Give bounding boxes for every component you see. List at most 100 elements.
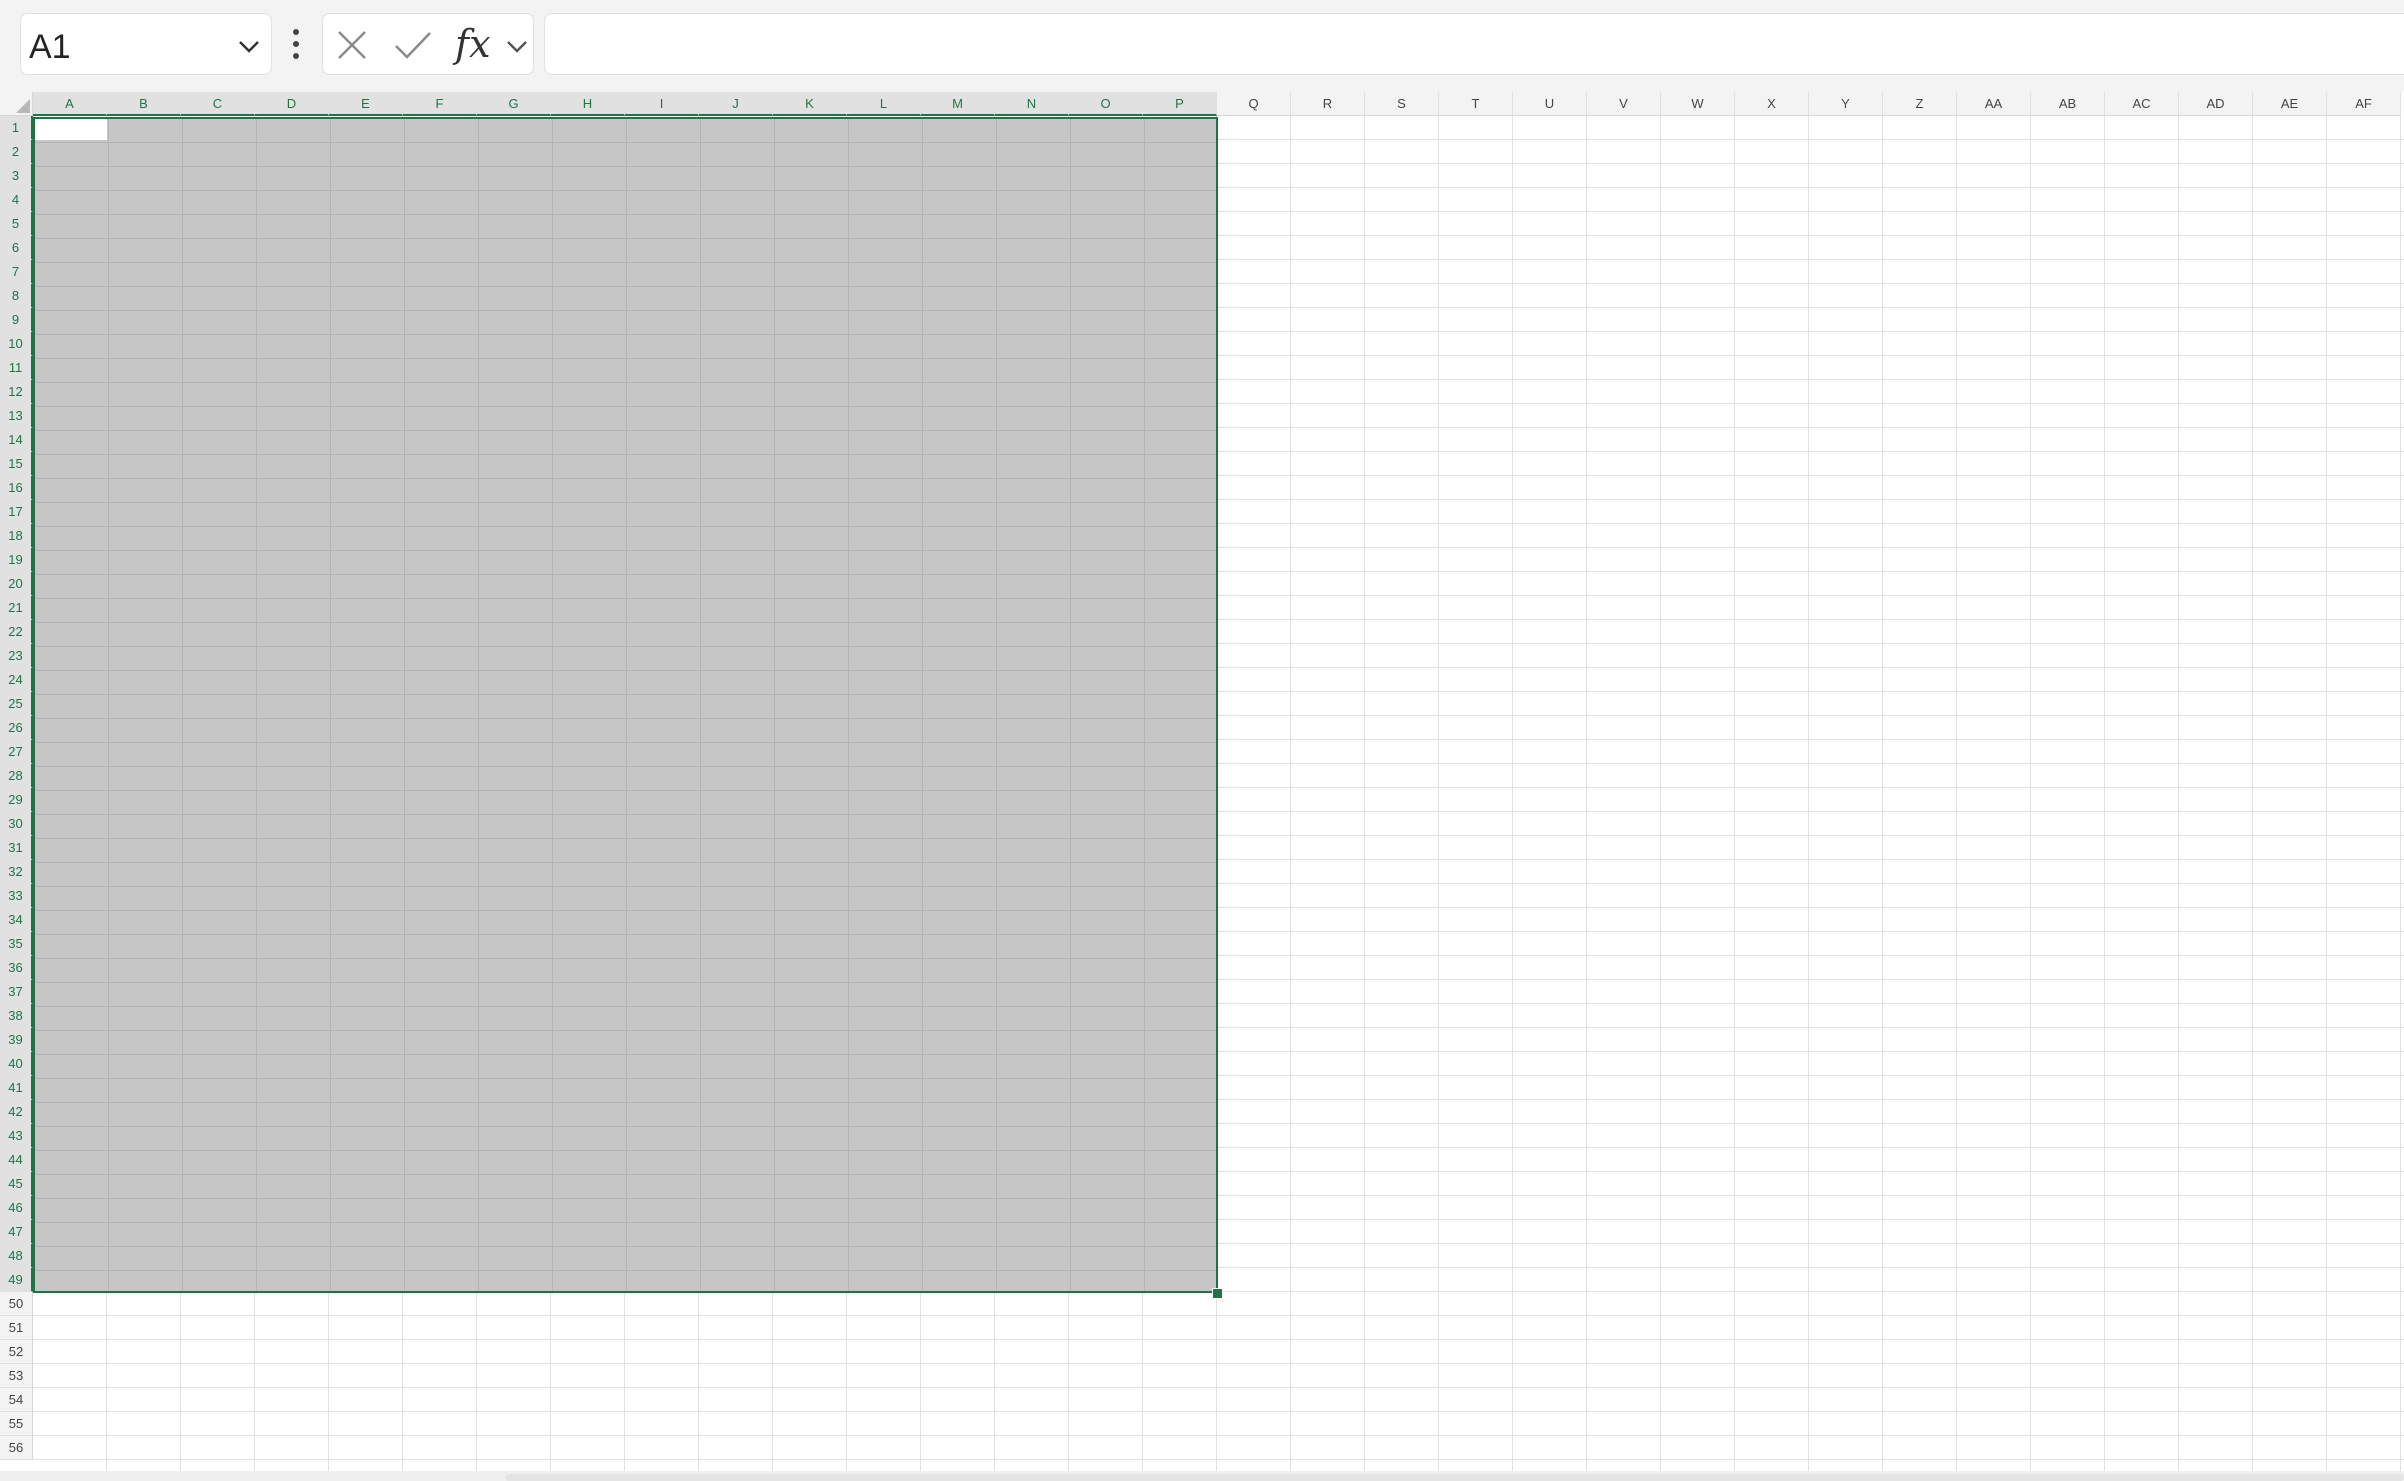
- check-icon[interactable]: [393, 28, 433, 62]
- column-header[interactable]: AA: [1957, 92, 2031, 116]
- column-header[interactable]: AF: [2327, 92, 2401, 116]
- column-header[interactable]: H: [551, 92, 625, 116]
- row-header[interactable]: 43: [0, 1124, 33, 1148]
- row-header[interactable]: 5: [0, 212, 33, 236]
- row-header[interactable]: 56: [0, 1436, 33, 1460]
- column-header[interactable]: I: [625, 92, 699, 116]
- row-header[interactable]: 36: [0, 956, 33, 980]
- row-header[interactable]: 34: [0, 908, 33, 932]
- column-header[interactable]: AD: [2179, 92, 2253, 116]
- row-header[interactable]: 52: [0, 1340, 33, 1364]
- column-header[interactable]: T: [1439, 92, 1513, 116]
- row-header[interactable]: 11: [0, 356, 33, 380]
- chevron-down-icon[interactable]: [503, 32, 531, 60]
- row-header[interactable]: 51: [0, 1316, 33, 1340]
- column-header[interactable]: N: [995, 92, 1069, 116]
- row-header[interactable]: 40: [0, 1052, 33, 1076]
- column-header[interactable]: Q: [1217, 92, 1291, 116]
- column-header[interactable]: F: [403, 92, 477, 116]
- row-header[interactable]: 2: [0, 140, 33, 164]
- column-header[interactable]: P: [1143, 92, 1217, 116]
- row-header[interactable]: 10: [0, 332, 33, 356]
- row-header[interactable]: 46: [0, 1196, 33, 1220]
- row-header[interactable]: 8: [0, 284, 33, 308]
- column-header[interactable]: AE: [2253, 92, 2327, 116]
- row-header[interactable]: 50: [0, 1292, 33, 1316]
- row-header[interactable]: 21: [0, 596, 33, 620]
- column-header[interactable]: B: [107, 92, 181, 116]
- row-header[interactable]: 41: [0, 1076, 33, 1100]
- column-header[interactable]: M: [921, 92, 995, 116]
- row-header[interactable]: 45: [0, 1172, 33, 1196]
- name-box[interactable]: A1: [20, 13, 272, 75]
- row-header[interactable]: 27: [0, 740, 33, 764]
- more-options-icon[interactable]: [284, 24, 308, 64]
- row-header[interactable]: 4: [0, 188, 33, 212]
- row-header[interactable]: 3: [0, 164, 33, 188]
- row-header[interactable]: 44: [0, 1148, 33, 1172]
- column-header[interactable]: U: [1513, 92, 1587, 116]
- row-header[interactable]: 28: [0, 764, 33, 788]
- row-header[interactable]: 30: [0, 812, 33, 836]
- row-header[interactable]: 33: [0, 884, 33, 908]
- row-header[interactable]: 39: [0, 1028, 33, 1052]
- row-header[interactable]: 17: [0, 500, 33, 524]
- row-header[interactable]: 29: [0, 788, 33, 812]
- column-header[interactable]: J: [699, 92, 773, 116]
- row-header[interactable]: 54: [0, 1388, 33, 1412]
- row-header[interactable]: 25: [0, 692, 33, 716]
- horizontal-scrollbar[interactable]: [0, 1471, 2404, 1481]
- row-header[interactable]: 47: [0, 1220, 33, 1244]
- column-header[interactable]: V: [1587, 92, 1661, 116]
- row-header[interactable]: 13: [0, 404, 33, 428]
- column-header[interactable]: E: [329, 92, 403, 116]
- row-header[interactable]: 9: [0, 308, 33, 332]
- row-header[interactable]: 48: [0, 1244, 33, 1268]
- formula-input[interactable]: [544, 13, 2404, 75]
- column-header[interactable]: A: [33, 92, 107, 116]
- row-header[interactable]: 7: [0, 260, 33, 284]
- fill-handle[interactable]: [1212, 1288, 1223, 1299]
- chevron-down-icon[interactable]: [235, 32, 263, 60]
- name-box-value[interactable]: A1: [29, 28, 71, 67]
- active-cell[interactable]: [33, 117, 107, 140]
- column-header[interactable]: C: [181, 92, 255, 116]
- selected-range[interactable]: [33, 117, 1218, 1293]
- insert-function-button[interactable]: fx: [455, 20, 503, 68]
- column-header[interactable]: G: [477, 92, 551, 116]
- scrollbar-thumb[interactable]: [505, 1474, 2404, 1481]
- row-header[interactable]: 31: [0, 836, 33, 860]
- row-header[interactable]: 35: [0, 932, 33, 956]
- row-header[interactable]: 53: [0, 1364, 33, 1388]
- column-header[interactable]: K: [773, 92, 847, 116]
- row-header[interactable]: 18: [0, 524, 33, 548]
- row-header[interactable]: 24: [0, 668, 33, 692]
- row-header[interactable]: 23: [0, 644, 33, 668]
- close-icon[interactable]: [335, 28, 369, 62]
- row-header[interactable]: 32: [0, 860, 33, 884]
- row-header[interactable]: 42: [0, 1100, 33, 1124]
- row-header[interactable]: 20: [0, 572, 33, 596]
- worksheet-grid[interactable]: A B C D E F G H I J K L M N O P Q R S T U V W X Y Z AA AB AC AD AE AF 1…: [0, 92, 2404, 1481]
- row-header[interactable]: 38: [0, 1004, 33, 1028]
- column-header[interactable]: O: [1069, 92, 1143, 116]
- column-header[interactable]: AB: [2031, 92, 2105, 116]
- row-header[interactable]: 14: [0, 428, 33, 452]
- row-header[interactable]: 12: [0, 380, 33, 404]
- row-header[interactable]: 15: [0, 452, 33, 476]
- row-header[interactable]: 1: [0, 116, 33, 140]
- column-header[interactable]: Y: [1809, 92, 1883, 116]
- column-header[interactable]: D: [255, 92, 329, 116]
- column-header[interactable]: S: [1365, 92, 1439, 116]
- row-header[interactable]: 55: [0, 1412, 33, 1436]
- row-header[interactable]: 19: [0, 548, 33, 572]
- column-header[interactable]: L: [847, 92, 921, 116]
- row-header[interactable]: 16: [0, 476, 33, 500]
- column-header[interactable]: AC: [2105, 92, 2179, 116]
- row-header[interactable]: 49: [0, 1268, 33, 1292]
- column-header[interactable]: W: [1661, 92, 1735, 116]
- column-header[interactable]: X: [1735, 92, 1809, 116]
- row-header[interactable]: 6: [0, 236, 33, 260]
- row-header[interactable]: 22: [0, 620, 33, 644]
- select-all-button[interactable]: [0, 92, 33, 116]
